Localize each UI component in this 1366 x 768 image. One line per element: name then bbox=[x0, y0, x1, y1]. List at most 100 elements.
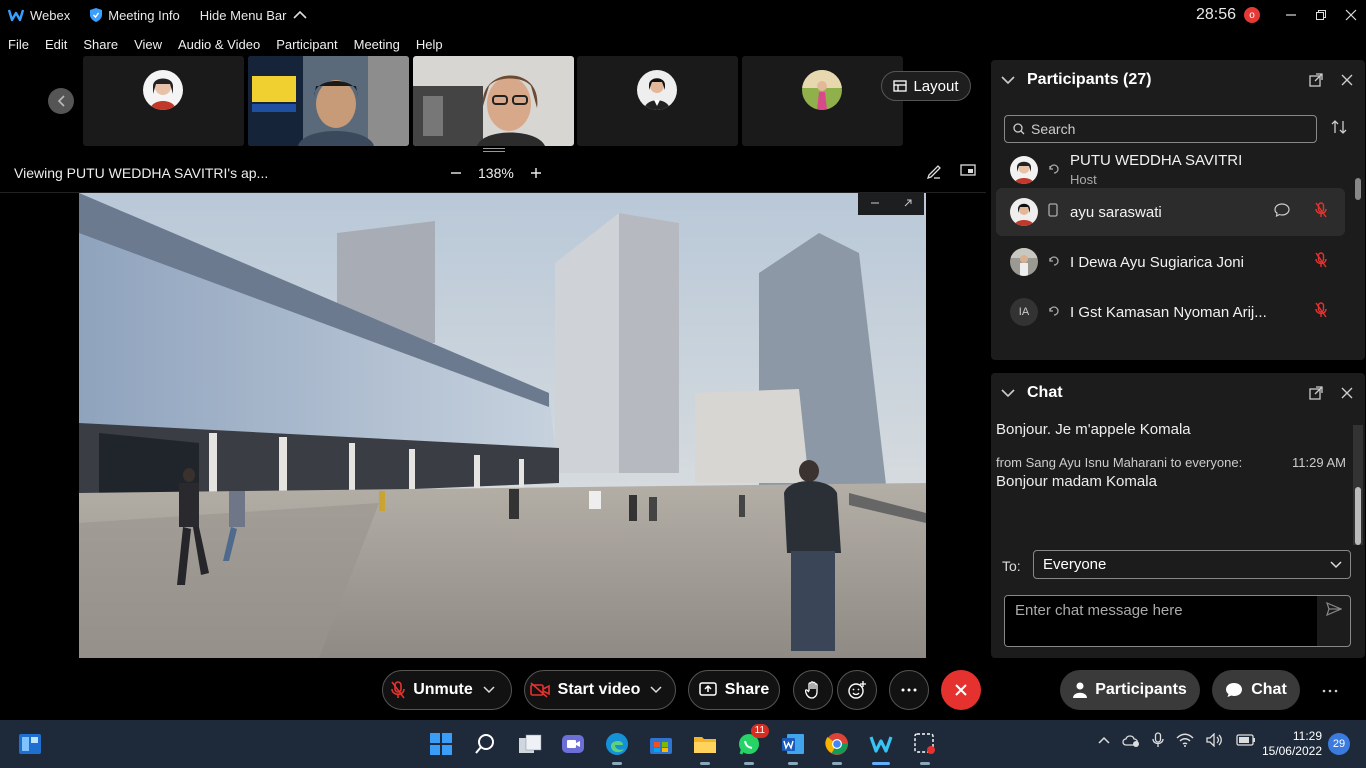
volume-icon[interactable] bbox=[1206, 733, 1224, 747]
participant-mute-status[interactable] bbox=[1315, 302, 1327, 322]
participants-panel-title: Participants (27) bbox=[1027, 71, 1152, 88]
snipping-tool-button[interactable] bbox=[911, 730, 939, 758]
task-view-button[interactable] bbox=[516, 730, 544, 758]
system-clock[interactable]: 11:29 15/06/2022 bbox=[1256, 729, 1322, 759]
participant-mute-status[interactable] bbox=[1315, 252, 1327, 272]
notification-center-button[interactable]: 29 bbox=[1328, 733, 1350, 755]
video-thumbnail[interactable] bbox=[248, 56, 409, 146]
zoom-in-button[interactable] bbox=[530, 163, 542, 184]
menu-participant[interactable]: Participant bbox=[268, 37, 345, 52]
teams-chat-button[interactable] bbox=[559, 730, 587, 758]
annotate-button[interactable] bbox=[926, 164, 942, 183]
meeting-info-button[interactable]: Meeting Info bbox=[90, 8, 180, 23]
participant-row[interactable]: IA I Gst Kamasan Nyoman Arij... bbox=[996, 288, 1345, 336]
video-thumbnail-active-speaker[interactable] bbox=[413, 56, 574, 146]
menu-view[interactable]: View bbox=[126, 37, 170, 52]
avatar bbox=[1010, 248, 1038, 276]
pop-out-share-button[interactable] bbox=[960, 163, 976, 183]
video-thumbnail[interactable] bbox=[742, 56, 903, 146]
widgets-button[interactable] bbox=[16, 730, 44, 758]
microphone-icon[interactable] bbox=[1152, 732, 1164, 748]
ellipsis-icon bbox=[1322, 689, 1338, 693]
webex-taskbar-button[interactable] bbox=[867, 730, 895, 758]
store-button[interactable] bbox=[647, 730, 675, 758]
restore-button[interactable] bbox=[1306, 0, 1336, 30]
close-icon[interactable] bbox=[1341, 74, 1353, 86]
chat-scrollbar[interactable] bbox=[1355, 487, 1361, 545]
mobile-device-icon bbox=[1048, 203, 1058, 221]
layout-button[interactable]: Layout bbox=[881, 71, 971, 101]
whatsapp-button[interactable]: 11 bbox=[735, 724, 769, 758]
pop-out-icon[interactable] bbox=[1309, 73, 1323, 87]
participants-search-input[interactable]: Search bbox=[1004, 115, 1317, 143]
chat-recipient-select[interactable]: Everyone bbox=[1033, 550, 1351, 579]
avatar bbox=[802, 70, 842, 110]
webex-logo-icon bbox=[8, 9, 24, 22]
app-name: Webex bbox=[30, 7, 71, 23]
edge-browser-button[interactable] bbox=[603, 730, 631, 758]
share-button[interactable]: Share bbox=[688, 670, 780, 710]
chat-bubble-icon bbox=[1226, 683, 1243, 697]
chevron-down-icon[interactable] bbox=[1001, 388, 1015, 398]
resize-handle[interactable] bbox=[483, 148, 505, 152]
annotate-pen-icon bbox=[926, 164, 941, 179]
share-minimize-button[interactable] bbox=[870, 197, 880, 211]
chevron-down-icon[interactable] bbox=[1001, 75, 1015, 85]
video-thumbnail[interactable] bbox=[577, 56, 738, 146]
send-button[interactable] bbox=[1326, 601, 1343, 620]
file-explorer-button[interactable] bbox=[691, 730, 719, 758]
active-app-indicator bbox=[872, 762, 890, 765]
word-button[interactable] bbox=[779, 730, 807, 758]
zoom-out-button[interactable] bbox=[450, 163, 462, 184]
clock-time: 11:29 bbox=[1292, 729, 1322, 743]
search-icon bbox=[1013, 123, 1025, 135]
menu-file[interactable]: File bbox=[0, 37, 37, 52]
participants-scrollbar[interactable] bbox=[1355, 178, 1361, 200]
more-options-button[interactable] bbox=[889, 670, 929, 710]
chat-message-meta: from Sang Ayu Isnu Maharani to everyone:… bbox=[996, 455, 1346, 470]
participant-name: ayu saraswati bbox=[1070, 203, 1162, 221]
thumbnails-prev-button[interactable] bbox=[48, 88, 74, 114]
chat-toggle-button[interactable]: Chat bbox=[1212, 670, 1300, 710]
mic-muted-icon bbox=[391, 681, 406, 699]
menu-edit[interactable]: Edit bbox=[37, 37, 75, 52]
battery-icon[interactable] bbox=[1236, 734, 1256, 746]
participants-toggle-button[interactable]: Participants bbox=[1060, 670, 1200, 710]
pop-out-icon[interactable] bbox=[1309, 386, 1323, 400]
close-icon[interactable] bbox=[1341, 387, 1353, 399]
participant-mute-status[interactable] bbox=[1315, 202, 1327, 222]
menu-share[interactable]: Share bbox=[75, 37, 126, 52]
onedrive-cloud-icon[interactable] bbox=[1122, 733, 1140, 747]
menu-audio-video[interactable]: Audio & Video bbox=[170, 37, 268, 52]
search-button[interactable] bbox=[471, 730, 499, 758]
more-panels-button[interactable] bbox=[1322, 680, 1338, 698]
running-indicator bbox=[700, 762, 710, 765]
participant-video bbox=[413, 56, 574, 146]
hide-menu-bar-button[interactable]: Hide Menu Bar bbox=[200, 8, 313, 23]
close-window-button[interactable] bbox=[1336, 0, 1366, 30]
chat-with-participant-button[interactable] bbox=[1274, 203, 1290, 221]
minimize-button[interactable] bbox=[1276, 0, 1306, 30]
chat-message-input[interactable]: Enter chat message here bbox=[1004, 595, 1351, 647]
menu-meeting[interactable]: Meeting bbox=[346, 37, 408, 52]
unmute-button[interactable]: Unmute bbox=[382, 670, 512, 710]
sort-button[interactable] bbox=[1331, 120, 1347, 139]
chevron-up-icon[interactable] bbox=[1098, 736, 1110, 744]
connection-icon bbox=[1048, 304, 1060, 321]
video-thumbnail[interactable] bbox=[83, 56, 244, 146]
avatar bbox=[1010, 156, 1038, 184]
start-button[interactable] bbox=[427, 730, 455, 758]
chat-messages: Bonjour. Je m'appele Komala from Sang Ay… bbox=[996, 421, 1346, 490]
start-video-button[interactable]: Start video bbox=[524, 670, 676, 710]
participant-row[interactable]: ayu saraswati bbox=[996, 188, 1345, 236]
raise-hand-button[interactable] bbox=[793, 670, 833, 710]
reactions-button[interactable] bbox=[837, 670, 877, 710]
menu-help[interactable]: Help bbox=[408, 37, 451, 52]
participant-row[interactable]: I Dewa Ayu Sugiarica Joni bbox=[996, 238, 1345, 286]
chrome-button[interactable] bbox=[823, 730, 851, 758]
participant-row[interactable]: PUTU WEDDHA SAVITRI Host bbox=[996, 146, 1345, 194]
close-icon bbox=[955, 684, 967, 696]
wifi-icon[interactable] bbox=[1176, 733, 1194, 747]
share-expand-button[interactable] bbox=[903, 197, 913, 211]
leave-meeting-button[interactable] bbox=[941, 670, 981, 710]
